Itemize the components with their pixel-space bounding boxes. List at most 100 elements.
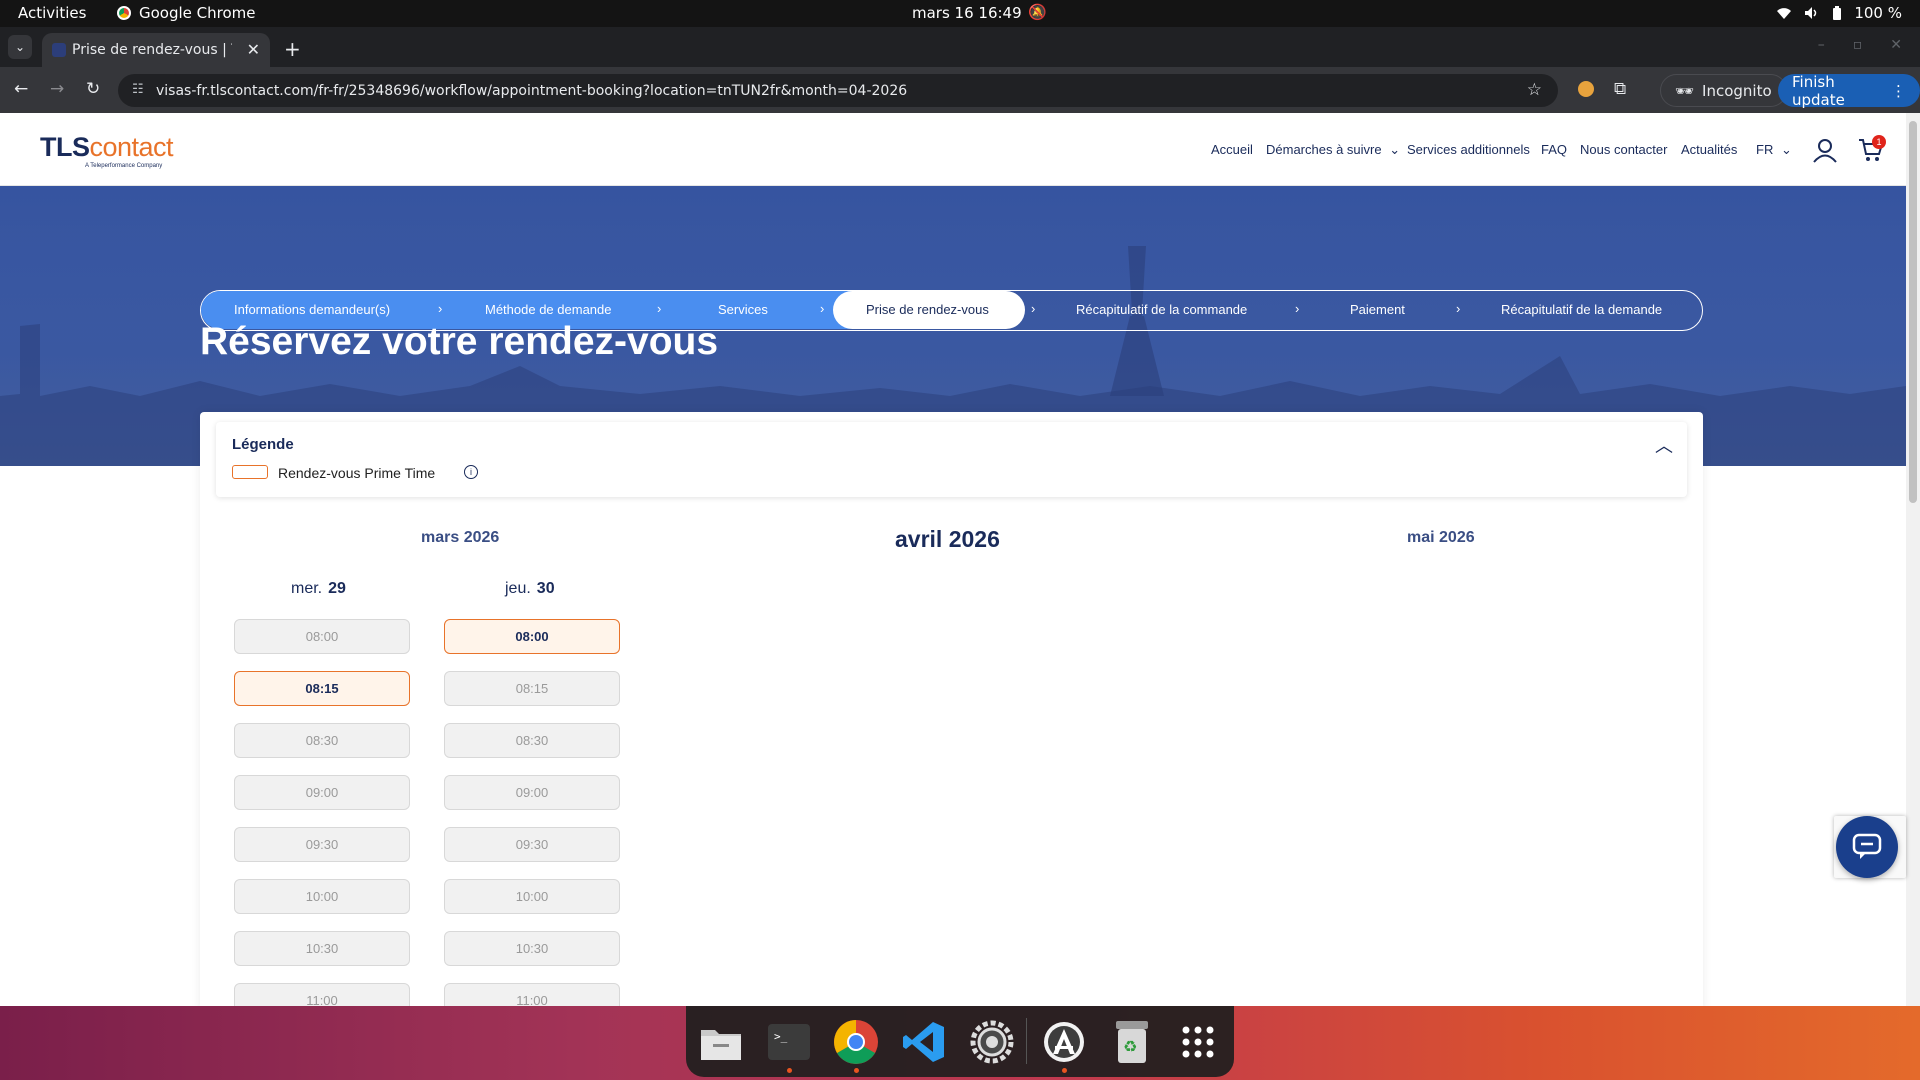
system-top-bar: Activities Google Chrome mars 16 16:49 🔕… (0, 0, 1920, 27)
user-account-icon[interactable] (1812, 137, 1838, 163)
incognito-icon: 🕶 (1675, 81, 1695, 100)
clock[interactable]: mars 16 16:49 (912, 4, 1022, 22)
time-slot[interactable]: 10:00 (234, 879, 410, 914)
time-slot[interactable]: 10:00 (444, 879, 620, 914)
language-label: FR (1756, 142, 1774, 157)
chevron-right-icon: › (438, 301, 443, 316)
nav-accueil[interactable]: Accueil (1211, 142, 1253, 157)
step-recapitulatif-demande: Récapitulatif de la demande (1501, 302, 1663, 317)
reload-icon[interactable]: ↻ (86, 79, 100, 99)
day-date: 29 (328, 580, 346, 597)
time-slot[interactable]: 09:30 (234, 827, 410, 862)
info-icon[interactable]: i (464, 465, 478, 479)
legend-title: Légende (232, 436, 294, 453)
forward-arrow-icon[interactable]: → (50, 79, 64, 99)
volume-icon (1805, 7, 1817, 19)
appointment-calendar-card: Légende ︿ Rendez-vous Prime Time i mars … (200, 412, 1703, 1006)
time-slot-prime-time[interactable]: 08:00 (444, 619, 620, 654)
chevron-right-icon: › (657, 301, 662, 316)
prime-time-swatch (232, 465, 268, 479)
finish-update-button[interactable]: Finish update ⋮ (1778, 73, 1920, 109)
app-grid-icon[interactable] (1174, 1018, 1222, 1066)
address-bar[interactable]: ☷ visas-fr.tlscontact.com/fr-fr/25348696… (118, 74, 1558, 107)
next-month-link[interactable]: mai 2026 (1407, 529, 1475, 547)
chrome-icon[interactable] (832, 1018, 880, 1066)
app-menu[interactable]: Google Chrome (117, 4, 256, 22)
bookmark-star-icon[interactable]: ☆ (1527, 80, 1542, 100)
nav-faq[interactable]: FAQ (1541, 142, 1567, 157)
weekday: mer. (291, 580, 323, 597)
new-tab-icon[interactable]: + (284, 37, 301, 61)
prime-time-label: Rendez-vous Prime Time (278, 465, 436, 481)
settings-icon[interactable] (968, 1018, 1016, 1066)
time-slot[interactable]: 08:30 (234, 723, 410, 758)
chevron-down-icon: ⌄ (1780, 142, 1792, 157)
legend-panel: Légende ︿ Rendez-vous Prime Time i (216, 422, 1687, 497)
extension-icon[interactable] (1578, 81, 1594, 97)
site-info-icon[interactable]: ☷ (132, 82, 144, 97)
back-arrow-icon[interactable]: ← (14, 79, 28, 99)
day-date: 30 (536, 580, 555, 597)
maximize-icon[interactable]: ▫ (1853, 37, 1863, 53)
prev-month-link[interactable]: mars 2026 (421, 529, 499, 547)
step-services[interactable]: Services (718, 302, 768, 317)
close-tab-icon[interactable]: ✕ (247, 40, 260, 59)
day-header: jeu. 30 (505, 580, 555, 598)
incognito-indicator[interactable]: 🕶 Incognito (1660, 74, 1787, 107)
time-slot[interactable]: 09:00 (444, 775, 620, 810)
time-slot[interactable]: 10:30 (234, 931, 410, 966)
nav-demarches[interactable]: Démarches à suivre ⌄ (1266, 142, 1400, 158)
app-name: Google Chrome (139, 4, 256, 22)
chevron-right-icon: › (1456, 301, 1461, 316)
step-recapitulatif-commande: Récapitulatif de la commande (1076, 302, 1248, 317)
tab-search-button[interactable]: ⌄ (8, 35, 32, 59)
nav-demarches-label: Démarches à suivre (1266, 142, 1382, 157)
close-window-icon[interactable]: ✕ (1890, 37, 1902, 53)
language-selector[interactable]: FR ⌄ (1756, 142, 1792, 158)
step-methode-de-demande[interactable]: Méthode de demande (485, 302, 611, 317)
collapse-chevron-up-icon[interactable]: ︿ (1655, 432, 1673, 458)
notifications-muted-icon: 🔕 (1028, 3, 1047, 21)
time-slot[interactable]: 10:30 (444, 931, 620, 966)
step-paiement: Paiement (1350, 302, 1405, 317)
system-tray[interactable]: 100 % (1776, 4, 1902, 22)
time-slot[interactable]: 08:30 (444, 723, 620, 758)
nav-nous-contacter[interactable]: Nous contacter (1580, 142, 1667, 157)
nav-services-additionnels[interactable]: Services additionnels (1407, 142, 1530, 157)
time-slot[interactable]: 08:00 (234, 619, 410, 654)
logo-tagline: A Teleperformance Company (85, 163, 163, 169)
window-controls: – ▫ ✕ (1818, 37, 1902, 53)
terminal-icon[interactable]: >_ (765, 1018, 813, 1066)
page-scrollbar[interactable] (1906, 113, 1920, 1006)
nav-actualites[interactable]: Actualités (1681, 142, 1737, 157)
browser-toolbar: ← → ↻ ☷ visas-fr.tlscontact.com/fr-fr/25… (0, 67, 1920, 113)
running-indicator (787, 1068, 792, 1073)
software-center-icon[interactable] (1040, 1018, 1088, 1066)
tlscontact-logo[interactable]: TLScontact A Teleperformance Company (40, 132, 174, 169)
extensions-puzzle-icon[interactable]: ⧉ (1614, 79, 1626, 99)
time-slot[interactable]: 09:00 (234, 775, 410, 810)
chat-support-button[interactable] (1836, 816, 1898, 878)
browser-tab-active[interactable]: Prise de rendez-vous | TLS ✕ (42, 33, 270, 67)
time-slot[interactable]: 11:00 (444, 983, 620, 1006)
battery-level: 100 % (1854, 4, 1902, 22)
minimize-icon[interactable]: – (1818, 37, 1825, 53)
time-slot[interactable]: 08:15 (444, 671, 620, 706)
scrollbar-thumb[interactable] (1909, 121, 1917, 503)
step-informations-demandeurs[interactable]: Informations demandeur(s) (234, 302, 390, 317)
chevron-right-icon: › (1295, 301, 1300, 316)
time-slot[interactable]: 11:00 (234, 983, 410, 1006)
site-header: TLScontact A Teleperformance Company Acc… (0, 113, 1906, 186)
time-slot-prime-time[interactable]: 08:15 (234, 671, 410, 706)
kebab-menu-icon: ⋮ (1891, 81, 1906, 100)
time-slot[interactable]: 09:30 (444, 827, 620, 862)
activities-button[interactable]: Activities (18, 4, 86, 22)
trash-icon[interactable]: ♻ (1108, 1018, 1156, 1066)
dock-separator (1026, 1018, 1027, 1064)
chat-bubble-icon (1852, 833, 1882, 859)
battery-icon (1833, 5, 1842, 20)
vscode-icon[interactable] (900, 1018, 948, 1066)
svg-text:♻: ♻ (1123, 1037, 1137, 1056)
files-icon[interactable] (697, 1018, 745, 1066)
step-prise-de-rendez-vous[interactable]: Prise de rendez-vous (866, 302, 989, 317)
